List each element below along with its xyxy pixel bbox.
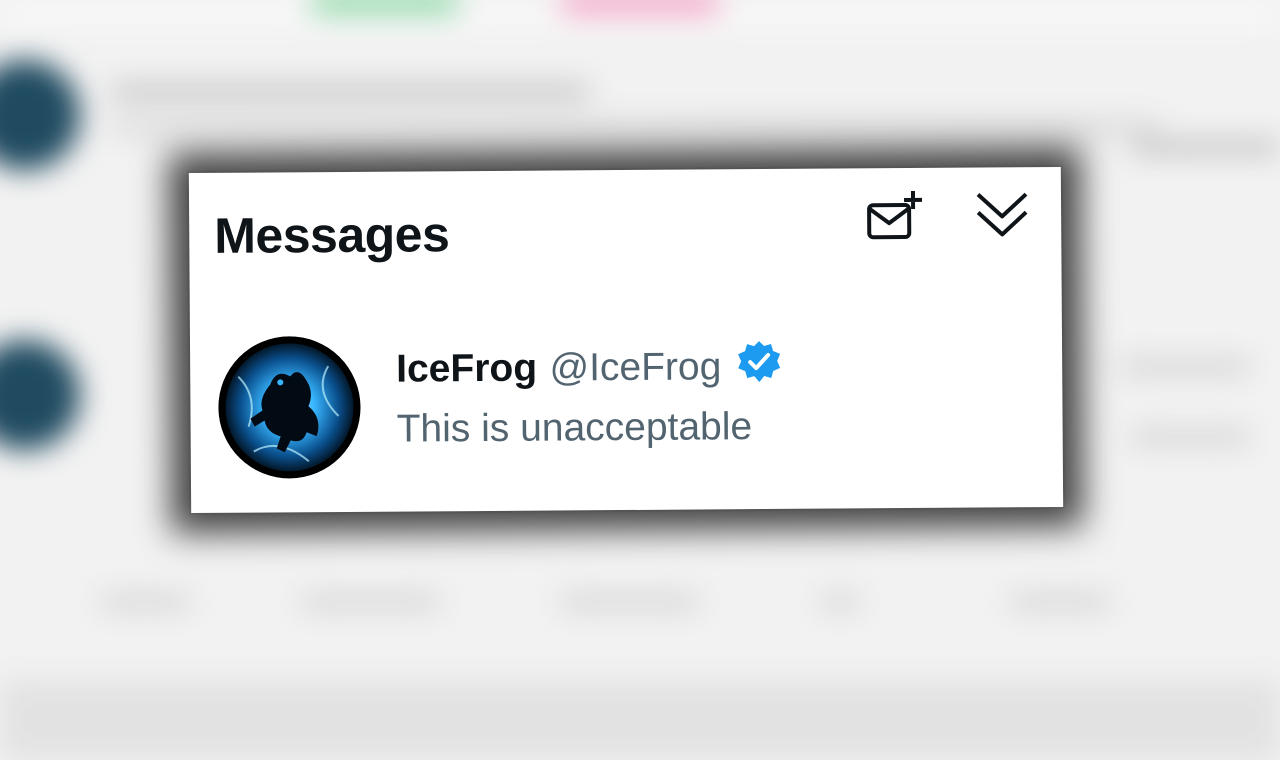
background-text-line (110, 120, 1160, 134)
avatar[interactable] (217, 335, 361, 479)
messages-drawer: Messages IceFrog @IceFrog This is unacce… (188, 166, 1064, 514)
background-avatar (0, 340, 80, 450)
user-handle: @IceFrog (549, 345, 722, 390)
envelope-plus-icon (865, 188, 923, 249)
background-avatar (0, 60, 80, 170)
double-chevron-down-icon (974, 186, 1030, 247)
background-action-icon (300, 595, 440, 609)
background-green-pill (310, 0, 460, 14)
last-message-preview: This is unacceptable (396, 405, 753, 451)
background-action-icon (100, 595, 190, 609)
new-message-button[interactable] (861, 186, 927, 252)
background-bottom-bar (0, 680, 1280, 760)
verified-badge-icon (736, 339, 782, 390)
background-text-line (1120, 360, 1250, 374)
background-text-line (1130, 430, 1250, 444)
display-name: IceFrog (396, 346, 538, 391)
messages-title: Messages (214, 206, 450, 264)
background-action-icon (820, 595, 860, 609)
background-text-line (110, 85, 590, 99)
background-action-icon (560, 595, 700, 609)
background-text-line (1130, 140, 1280, 154)
conversation-header: IceFrog @IceFrog (396, 339, 782, 393)
conversation-item[interactable]: IceFrog @IceFrog This is unacceptable (217, 331, 1039, 482)
background-pink-pill (560, 0, 720, 14)
background-action-icon (1010, 595, 1110, 609)
collapse-drawer-button[interactable] (969, 183, 1035, 249)
